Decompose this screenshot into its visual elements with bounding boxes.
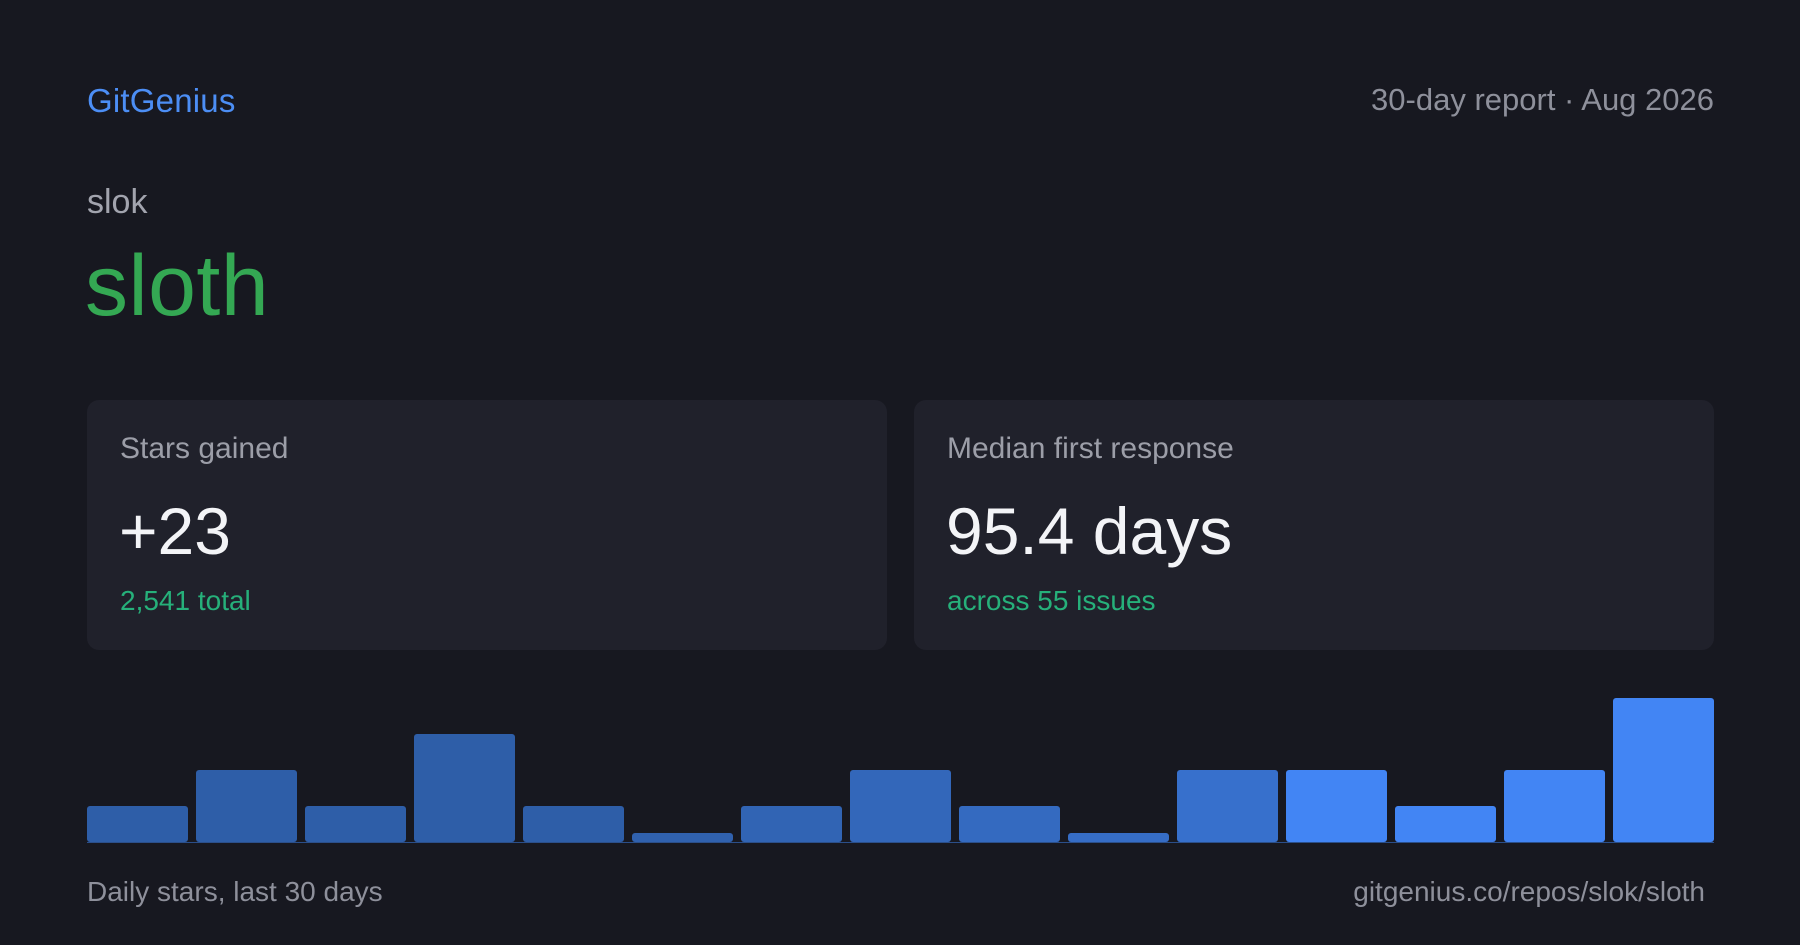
stats-cards: Stars gained +23 2,541 total Median firs… — [87, 400, 1714, 650]
chart-bar-7 — [741, 806, 842, 842]
chart-baseline — [87, 842, 1714, 843]
chart-bar-14 — [1504, 770, 1605, 842]
stars-label: Stars gained — [120, 432, 289, 465]
chart-bar-10 — [1068, 833, 1169, 842]
response-value: 95.4 days — [946, 494, 1233, 568]
response-issues: across 55 issues — [947, 585, 1156, 616]
response-card: Median first response 95.4 days across 5… — [914, 400, 1714, 650]
chart-bar-3 — [305, 806, 406, 842]
chart-bar-5 — [523, 806, 624, 842]
chart-bar-4 — [414, 734, 515, 842]
chart-bar-2 — [196, 770, 297, 842]
chart-bar-13 — [1395, 806, 1496, 842]
report-card: GitGenius 30-day report · Aug 2026 slok … — [85, 0, 1714, 945]
daily-stars-chart — [87, 690, 1714, 843]
chart-bar-9 — [959, 806, 1060, 842]
repo-name: sloth — [85, 238, 270, 334]
daily-stars-chart-svg — [87, 698, 1714, 843]
chart-bar-15 — [1613, 698, 1714, 842]
repo-owner: slok — [87, 183, 148, 221]
brand-logo[interactable]: GitGenius — [87, 82, 236, 120]
stars-total: 2,541 total — [120, 585, 251, 616]
chart-bar-8 — [850, 770, 951, 842]
repo-url[interactable]: gitgenius.co/repos/slok/sloth — [1353, 876, 1705, 908]
chart-bar-6 — [632, 833, 733, 842]
report-period: 30-day report · Aug 2026 — [1371, 82, 1714, 117]
chart-bar-11 — [1177, 770, 1278, 842]
stars-card: Stars gained +23 2,541 total — [87, 400, 887, 650]
stars-value: +23 — [119, 494, 231, 568]
chart-caption: Daily stars, last 30 days — [87, 876, 383, 907]
chart-bar-1 — [87, 806, 188, 842]
response-label: Median first response — [947, 432, 1234, 465]
chart-bar-12 — [1286, 770, 1387, 842]
